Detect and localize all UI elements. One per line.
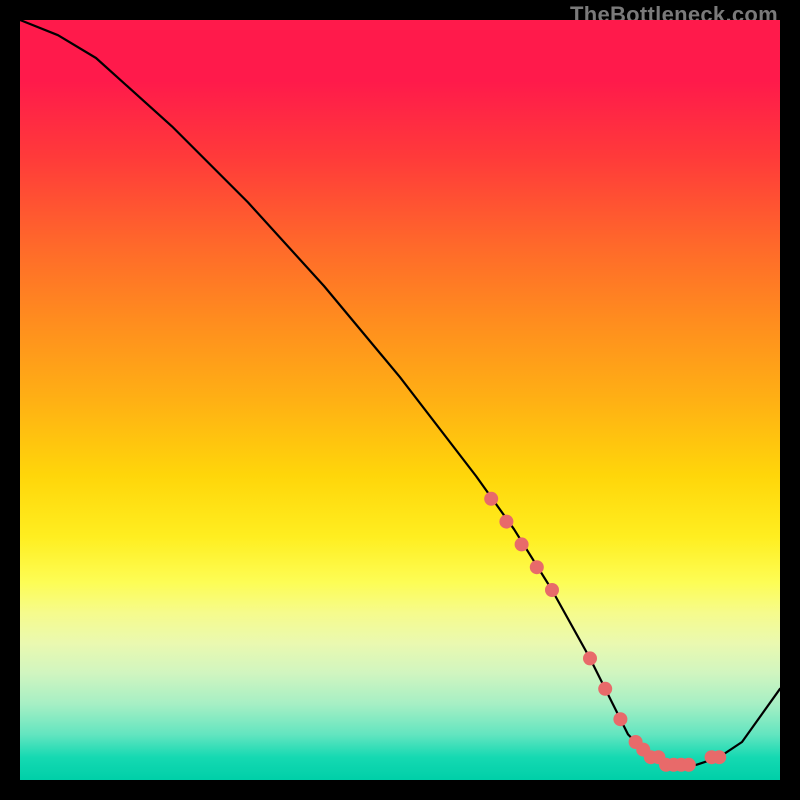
curve-svg xyxy=(20,20,780,780)
plot-area xyxy=(20,20,780,780)
bottleneck-curve xyxy=(20,20,780,765)
highlight-marker xyxy=(530,560,544,574)
highlight-marker xyxy=(667,758,681,772)
highlight-marker xyxy=(598,682,612,696)
highlight-marker xyxy=(515,537,529,551)
highlight-marker xyxy=(613,712,627,726)
highlight-marker xyxy=(644,750,658,764)
highlight-marker xyxy=(712,750,726,764)
highlight-marker xyxy=(484,492,498,506)
highlight-marker xyxy=(629,735,643,749)
chart-frame: TheBottleneck.com xyxy=(0,0,800,800)
highlight-marker xyxy=(705,750,719,764)
highlight-marker xyxy=(545,583,559,597)
highlight-marker xyxy=(583,651,597,665)
highlight-marker xyxy=(651,750,665,764)
highlight-marker xyxy=(636,743,650,757)
highlight-marker xyxy=(674,758,688,772)
highlight-marker xyxy=(499,515,513,529)
highlight-marker xyxy=(682,758,696,772)
highlight-marker xyxy=(659,758,673,772)
highlight-markers xyxy=(484,492,726,772)
